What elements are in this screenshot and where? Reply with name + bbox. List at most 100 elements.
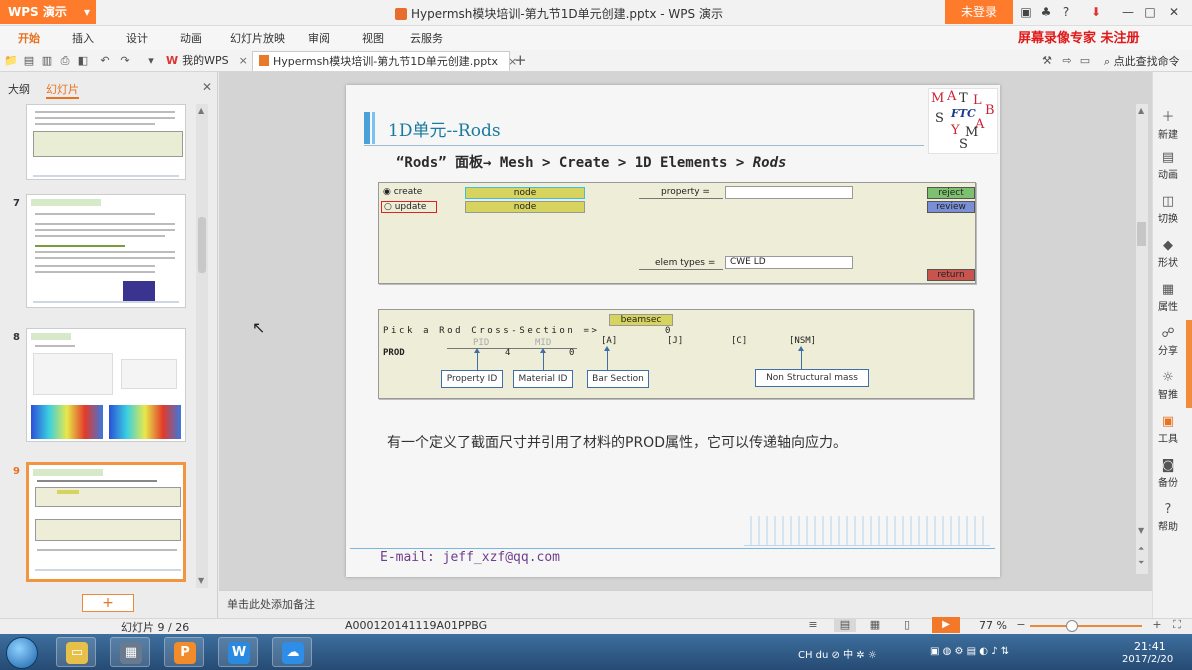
clock-time[interactable]: 21:41 [1134,640,1166,653]
customize-icon[interactable]: ▾ [144,54,158,68]
sidebar-item-smart[interactable]: ☼ 智推 [1153,370,1183,401]
tab-document[interactable]: Hypermsh模块培训-第九节1D单元创建.pptx × [252,51,517,71]
return-button[interactable]: return [927,269,975,281]
taskbar-baidu-cloud[interactable]: ☁ [272,637,312,667]
normal-view-icon[interactable]: ▤ [834,618,856,632]
menu-start[interactable]: 开始 [18,30,40,46]
sidebar-item-animation[interactable]: ▤ 动画 [1153,150,1183,181]
login-button[interactable]: 未登录 [945,0,1013,24]
next-slide-icon[interactable]: ⏷ [1138,558,1144,568]
zoom-slider[interactable] [1030,625,1142,627]
comment-icon[interactable]: ▭ [1078,54,1092,68]
sidebar-item-tools[interactable]: ▣ 工具 [1153,414,1183,445]
sidebar-item-transition[interactable]: ◫ 切换 [1153,194,1183,225]
download-icon[interactable]: ⬇ [1088,4,1104,20]
menu-design[interactable]: 设计 [126,30,148,46]
review-button[interactable]: review [927,201,975,213]
sorter-view-icon[interactable]: ▦ [864,618,886,632]
save-icon[interactable]: ▤ [22,54,36,68]
undo-icon[interactable]: ↶ [98,54,112,68]
menu-slideshow[interactable]: 幻灯片放映 [230,30,285,46]
node-selector[interactable]: node [465,201,585,213]
tray-icons[interactable]: ▣ ◍ ⚙ ▤ ◐ ♪ ⇅ [930,646,1009,657]
canvas-scrollbar[interactable] [1136,104,1148,574]
tool-icon[interactable]: ⚒ [1040,54,1054,68]
create-radio[interactable]: ◉ create [383,187,422,197]
taskbar-wps-writer[interactable]: W [218,637,258,667]
menu-review[interactable]: 审阅 [308,30,330,46]
shirt-icon[interactable]: ♣ [1038,4,1054,20]
find-command-input[interactable]: ⌕ 点此查找命令 [1104,53,1180,69]
zoom-out-icon[interactable]: − [1010,618,1032,632]
fit-window-icon[interactable]: ⛶ [1166,618,1188,632]
slide-thumbnail-9[interactable] [26,462,186,582]
tab-mywps[interactable]: W 我的WPS × [160,51,250,71]
beamsec-selector[interactable]: beamsec [609,314,673,326]
notes-toggle-icon[interactable]: ≡ [802,618,824,632]
reading-view-icon[interactable]: ▯ [896,618,918,632]
close-icon[interactable]: ✕ [1166,4,1182,20]
menu-cloud[interactable]: 云服务 [410,30,443,46]
share-icon[interactable]: ⇨ [1060,54,1074,68]
system-tray[interactable]: CH du ⊘ 中 ✲ ☼ [798,646,877,661]
help-icon[interactable]: ? [1058,4,1074,20]
notes-placeholder[interactable]: 单击此处添加备注 [227,596,315,612]
scroll-down-icon[interactable]: ▼ [1138,526,1144,535]
sidebar-item-share[interactable]: ☍ 分享 [1153,326,1183,357]
slide-thumbnail-8[interactable] [26,328,186,442]
maximize-icon[interactable]: □ [1142,4,1158,20]
sidebar-item-new[interactable]: ＋ 新建 [1153,106,1183,141]
open-icon[interactable]: 📁 [4,54,18,68]
zoom-in-icon[interactable]: + [1146,618,1168,632]
thumbnail-scroll-thumb[interactable] [198,217,206,273]
collapse-handle[interactable] [1186,320,1192,408]
tab-slides[interactable]: 幻灯片 [46,81,79,99]
skin-icon[interactable]: ▣ [1018,4,1034,20]
print-icon[interactable]: ⎙ [58,54,72,68]
update-label: update [394,202,427,212]
menu-insert[interactable]: 插入 [72,30,94,46]
menu-animation[interactable]: 动画 [180,30,202,46]
menu-path: “Rods” 面板→ Mesh > Create > 1D Elements >… [396,152,786,172]
sidebar-item-help[interactable]: ? 帮助 [1153,502,1183,533]
close-icon[interactable]: × [239,54,248,67]
taskbar-app[interactable]: ▦ [110,637,150,667]
thumbnail-scrollbar[interactable] [196,104,208,588]
close-icon[interactable]: ✕ [202,80,212,94]
reject-button[interactable]: reject [927,187,975,199]
menu-path-end: Rods [752,155,787,171]
elem-types-field[interactable]: CWE LD [725,256,853,269]
logo-letter: Y [951,123,960,138]
minimize-icon[interactable]: — [1120,4,1136,20]
clock-date[interactable]: 2017/2/20 [1122,654,1173,665]
property-field[interactable] [725,186,853,199]
thumb-panel [35,519,181,541]
scroll-down-icon[interactable]: ▼ [198,576,204,585]
taskbar-explorer[interactable]: ▭ [56,637,96,667]
zoom-slider-handle[interactable] [1066,620,1078,632]
start-button[interactable] [6,637,38,669]
slide-thumbnail-7[interactable] [26,194,186,308]
add-slide-button[interactable]: + [82,594,134,612]
sidebar-item-properties[interactable]: ▦ 属性 [1153,282,1183,313]
scroll-up-icon[interactable]: ▲ [1138,106,1144,115]
redo-icon[interactable]: ↷ [118,54,132,68]
export-icon[interactable]: ▥ [40,54,54,68]
sidebar-item-backup[interactable]: ◙ 备份 [1153,458,1183,489]
new-tab-icon[interactable]: + [514,51,527,69]
notes-pane[interactable] [219,590,1152,618]
play-icon[interactable]: ▶ [932,617,960,633]
slide-thumbnail-6[interactable] [26,104,186,180]
menu-view[interactable]: 视图 [362,30,384,46]
callout-bar-section: Bar Section [587,370,649,388]
app-menu-button[interactable]: WPS 演示 ▾ [0,0,96,24]
tab-outline[interactable]: 大纲 [8,81,30,97]
canvas-scroll-thumb[interactable] [1137,222,1146,246]
sidebar-item-shape[interactable]: ◆ 形状 [1153,238,1183,269]
taskbar-wps-presentation[interactable]: P [164,637,204,667]
update-radio[interactable]: ○ update [381,201,438,213]
node-selector[interactable]: node [465,187,585,199]
prev-slide-icon[interactable]: ⏶ [1138,544,1144,554]
preview-icon[interactable]: ◧ [76,54,90,68]
scroll-up-icon[interactable]: ▲ [198,106,204,115]
